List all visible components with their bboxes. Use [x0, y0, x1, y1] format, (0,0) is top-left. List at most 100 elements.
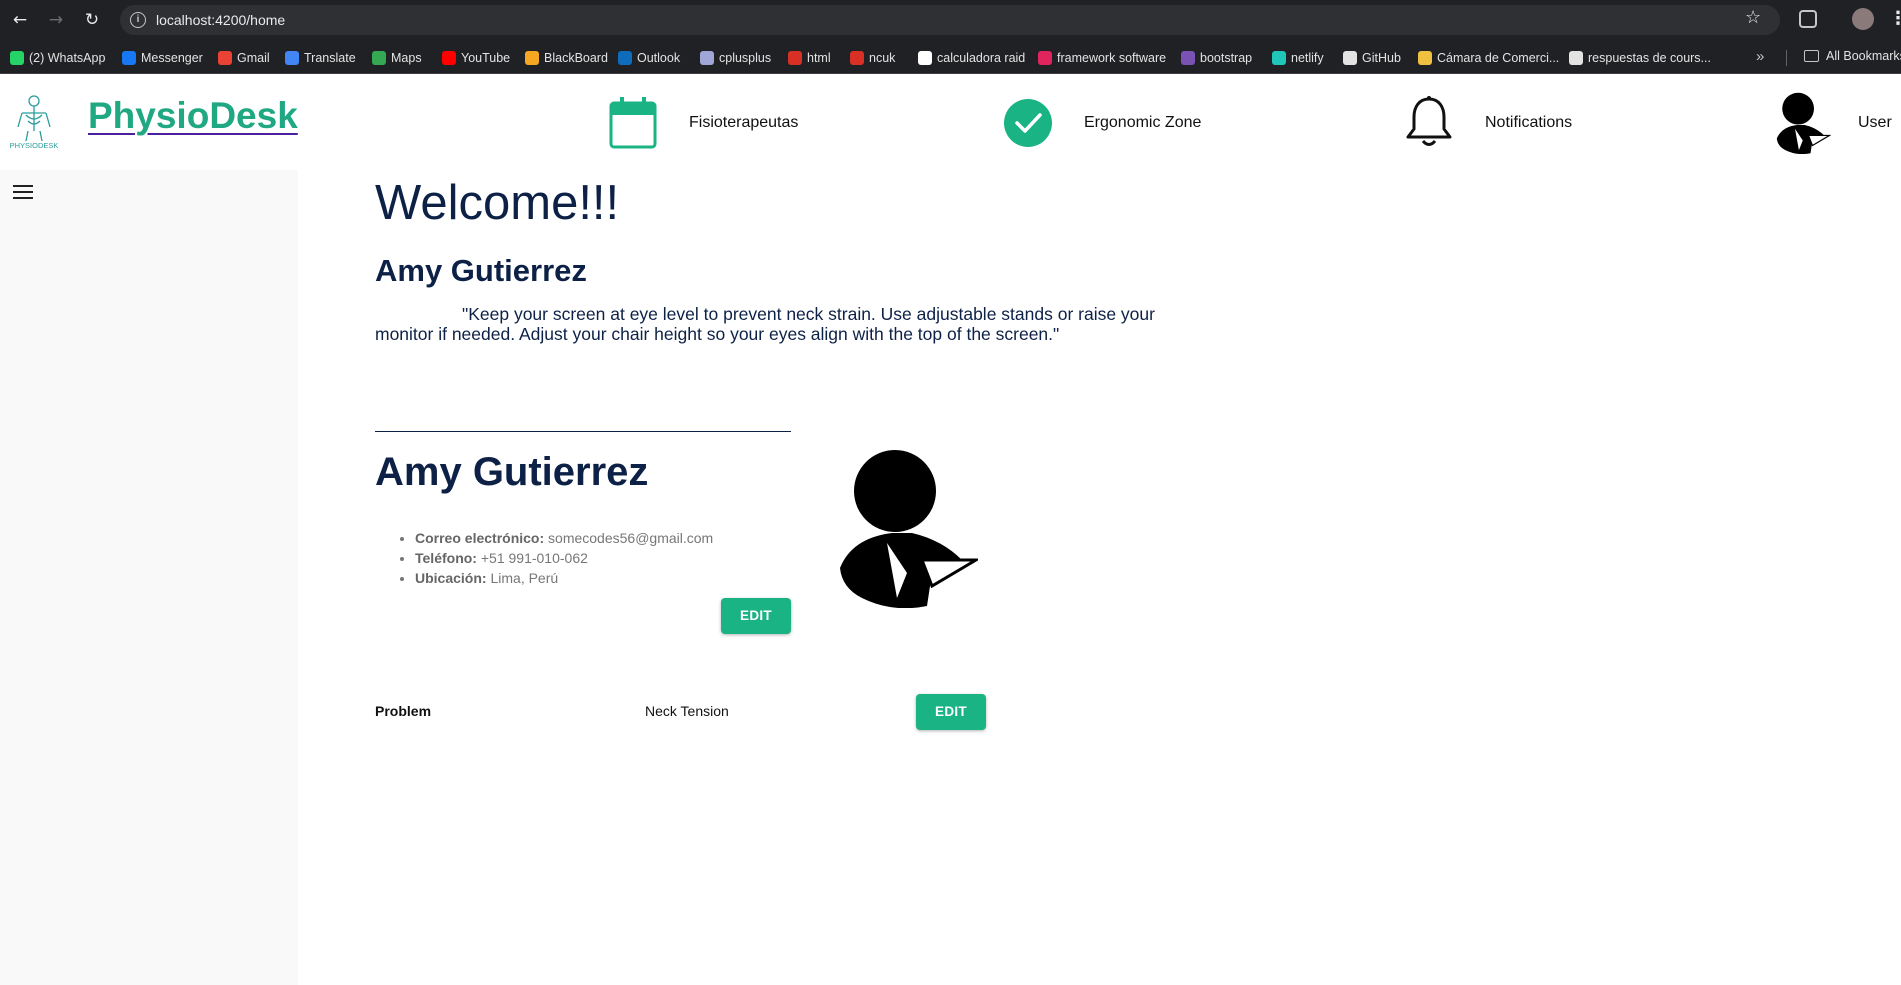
- location-value: Lima, Perú: [490, 570, 559, 586]
- translate-icon: [285, 50, 299, 65]
- bookmark-item[interactable]: ncuk: [850, 49, 895, 66]
- forward-arrow-icon[interactable]: →: [45, 9, 67, 31]
- bookmark-label: Gmail: [237, 50, 270, 65]
- user-name-heading: Amy Gutierrez: [375, 253, 587, 288]
- netlify-icon: [1272, 50, 1286, 65]
- nav-user[interactable]: User: [1773, 75, 1892, 170]
- bookmark-item[interactable]: respuestas de cours...: [1569, 49, 1711, 66]
- bookmark-item[interactable]: netlify: [1272, 49, 1324, 66]
- phone-value: +51 991-010-062: [480, 550, 588, 566]
- contact-phone: Teléfono: +51 991-010-062: [415, 548, 713, 568]
- bookmark-label: respuestas de cours...: [1588, 50, 1711, 65]
- raid-icon: [918, 50, 932, 65]
- browser-toolbar: ← → ↻ i localhost:4200/home ☆ ⋮: [0, 0, 1901, 40]
- outlook-icon: [618, 50, 632, 65]
- brand-title[interactable]: PhysioDesk: [88, 95, 298, 137]
- coursera-icon: [1569, 50, 1583, 65]
- all-bookmarks-button[interactable]: All Bookmarks: [1804, 49, 1901, 63]
- folder-icon: [1804, 50, 1819, 62]
- bookmark-label: YouTube: [461, 50, 511, 65]
- phone-label: Teléfono:: [415, 550, 477, 566]
- bookmark-item[interactable]: html: [788, 49, 831, 66]
- bookmark-label: GitHub: [1362, 50, 1401, 65]
- contact-location: Ubicación: Lima, Perú: [415, 568, 713, 588]
- bookmark-item[interactable]: (2) WhatsApp: [10, 49, 105, 66]
- email-label: Correo electrónico:: [415, 530, 545, 546]
- check-circle-icon: [1004, 98, 1052, 147]
- app-header: PHYSIODESK PhysioDesk Fisioterapeutas Er…: [0, 75, 1901, 170]
- bookmark-label: (2) WhatsApp: [29, 50, 106, 65]
- bell-icon: [1406, 95, 1452, 146]
- cplusplus-icon: [700, 50, 714, 65]
- framework-icon: [1038, 50, 1052, 65]
- bookmarks-separator: [1786, 50, 1787, 66]
- nav-ergonomic-zone-label: Ergonomic Zone: [1084, 113, 1202, 131]
- blackboard-icon: [525, 50, 539, 65]
- email-value: somecodes56@gmail.com: [548, 530, 714, 546]
- user-avatar-icon: [1776, 92, 1831, 154]
- bootstrap-icon: [1181, 50, 1195, 65]
- address-bar[interactable]: i localhost:4200/home: [120, 5, 1780, 35]
- facebook-icon: [122, 50, 136, 65]
- bookmark-item[interactable]: Translate: [285, 49, 356, 66]
- bookmark-label: bootstrap: [1200, 50, 1253, 65]
- contact-info-list: Correo electrónico: somecodes56@gmail.co…: [415, 528, 713, 588]
- site-info-icon[interactable]: i: [130, 12, 146, 28]
- browser-profile-avatar[interactable]: [1852, 8, 1874, 30]
- edit-profile-button[interactable]: EDIT: [721, 598, 791, 634]
- profile-name: Amy Gutierrez: [375, 450, 649, 494]
- maps-icon: [372, 50, 386, 65]
- nav-user-label: User: [1858, 113, 1892, 131]
- whatsapp-icon: [10, 50, 24, 65]
- bookmark-label: BlackBoard: [544, 50, 608, 65]
- bookmark-item[interactable]: GitHub: [1343, 49, 1401, 66]
- bookmark-label: Cámara de Comerci...: [1437, 50, 1560, 65]
- bookmark-label: netlify: [1291, 50, 1324, 65]
- camara-icon: [1418, 50, 1432, 65]
- ergonomic-tip: "Keep your screen at eye level to preven…: [375, 304, 1155, 344]
- html-icon: [788, 50, 802, 65]
- github-icon: [1343, 50, 1357, 65]
- edit-problem-button[interactable]: EDIT: [916, 694, 986, 730]
- youtube-icon: [442, 50, 456, 65]
- bookmark-item[interactable]: Maps: [372, 49, 422, 66]
- back-arrow-icon[interactable]: ←: [9, 9, 31, 31]
- bookmark-item[interactable]: Cámara de Comerci...: [1418, 49, 1559, 66]
- bookmark-item[interactable]: cplusplus: [700, 49, 771, 66]
- calendar-icon: [609, 96, 657, 148]
- address-url[interactable]: localhost:4200/home: [156, 12, 285, 28]
- section-divider: [375, 431, 791, 432]
- bookmark-star-icon[interactable]: ☆: [1745, 8, 1761, 28]
- nav-notifications[interactable]: Notifications: [1403, 75, 1572, 170]
- bookmark-label: html: [807, 50, 831, 65]
- bookmark-label: Outlook: [637, 50, 681, 65]
- nav-fisioterapeutas[interactable]: Fisioterapeutas: [608, 75, 798, 170]
- all-bookmarks-label: All Bookmarks: [1826, 49, 1901, 63]
- physiodesk-logo[interactable]: PHYSIODESK: [6, 93, 62, 151]
- bookmark-item[interactable]: Outlook: [618, 49, 680, 66]
- reload-icon[interactable]: ↻: [81, 9, 103, 31]
- bookmark-item[interactable]: BlackBoard: [525, 49, 608, 66]
- nav-ergonomic-zone[interactable]: Ergonomic Zone: [1003, 75, 1201, 170]
- contact-email: Correo electrónico: somecodes56@gmail.co…: [415, 528, 713, 548]
- sidebar: [0, 170, 298, 985]
- bookmark-label: cplusplus: [719, 50, 772, 65]
- hamburger-menu-icon[interactable]: [13, 185, 33, 199]
- bookmark-item[interactable]: bootstrap: [1181, 49, 1252, 66]
- more-bookmarks-icon[interactable]: »: [1756, 48, 1764, 65]
- browser-menu-icon[interactable]: ⋮: [1889, 8, 1901, 28]
- bookmark-item[interactable]: YouTube: [442, 49, 510, 66]
- location-label: Ubicación:: [415, 570, 487, 586]
- bookmarks-bar: (2) WhatsApp Messenger Gmail Translate Maps Y…: [0, 40, 1901, 74]
- gmail-icon: [218, 50, 232, 65]
- bookmark-label: Messenger: [141, 50, 203, 65]
- extensions-icon[interactable]: [1799, 10, 1817, 28]
- bookmark-item[interactable]: framework software: [1038, 49, 1166, 66]
- bookmark-label: Maps: [391, 50, 422, 65]
- bookmark-label: calculadora raid: [937, 50, 1026, 65]
- bookmark-item[interactable]: Gmail: [218, 49, 270, 66]
- nav-notifications-label: Notifications: [1485, 113, 1573, 131]
- bookmark-item[interactable]: Messenger: [122, 49, 203, 66]
- bookmark-item[interactable]: calculadora raid: [918, 49, 1025, 66]
- logo-text: PHYSIODESK: [10, 141, 59, 150]
